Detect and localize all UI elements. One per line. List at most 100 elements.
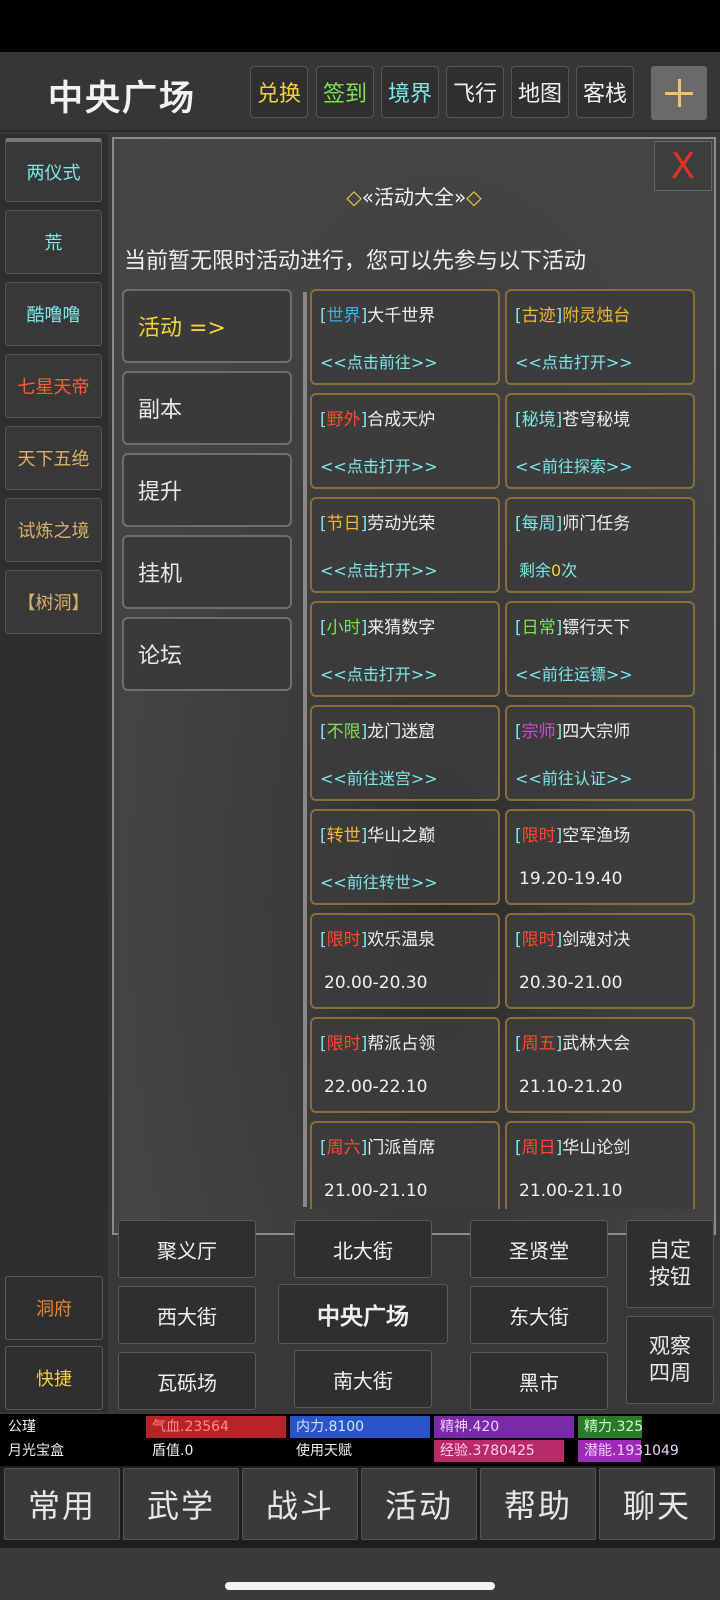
nav-juyiting[interactable]: 聚义厅 <box>118 1220 256 1278</box>
activity-card-title: [野外]合成天炉 <box>320 410 436 430</box>
observe-button[interactable]: 观察 四周 <box>626 1316 714 1404</box>
activity-time: 22.00-22.10 <box>324 1077 428 1097</box>
tab-battle[interactable]: 战斗 <box>242 1468 358 1540</box>
category-upgrade[interactable]: 提升 <box>122 453 292 527</box>
location-nav: 聚义厅 北大街 圣贤堂 西大街 中央广场 东大街 瓦砾场 南大街 黑市 自定 按钮… <box>108 1212 720 1412</box>
activity-name: 镖行天下 <box>562 618 631 638</box>
nav-east-street[interactable]: 东大街 <box>470 1286 608 1344</box>
realm-button[interactable]: 境界 <box>381 66 439 118</box>
activity-card-title: [节日]劳动光荣 <box>320 514 436 534</box>
activity-card[interactable]: [限时]剑魂对决 20.30-21.00 <box>505 913 695 1009</box>
activity-card[interactable]: [世界]大千世界 <<点击前往>> <box>310 289 500 385</box>
fly-button[interactable]: 飞行 <box>446 66 504 118</box>
diamond-left-icon: ◇ <box>346 185 362 209</box>
activity-tag: 日常 <box>521 618 556 638</box>
activity-tag: 周五 <box>521 1034 556 1054</box>
activity-name: 剑魂对决 <box>562 930 631 950</box>
activity-card[interactable]: [限时]空军渔场 19.20-19.40 <box>505 809 695 905</box>
cave-button[interactable]: 洞府 <box>5 1276 103 1340</box>
activity-card[interactable]: [日常]镖行天下 <<前往运镖>> <box>505 601 695 697</box>
activity-time: 19.20-19.40 <box>519 869 623 889</box>
exchange-button[interactable]: 兑换 <box>250 66 308 118</box>
sidebar-item-2[interactable]: 酷噜噜 <box>5 282 102 346</box>
tab-activity[interactable]: 活动 <box>361 1468 477 1540</box>
tab-label: 武学 <box>146 1487 215 1525</box>
fly-label: 飞行 <box>452 82 497 107</box>
nav-central-square[interactable]: 中央广场 <box>278 1284 448 1344</box>
nav-west-street[interactable]: 西大街 <box>118 1286 256 1344</box>
nav-black-market[interactable]: 黑市 <box>470 1352 608 1410</box>
scroll-divider[interactable] <box>303 292 307 1207</box>
sidebar-item-label: 天下五绝 <box>17 449 90 470</box>
activity-panel: X ◇«活动大全»◇ 当前暂无限时活动进行，您可以先参与以下活动 活动 => 副… <box>112 137 716 1235</box>
activity-tag: 小时 <box>326 618 361 638</box>
category-label: 活动 => <box>138 316 226 341</box>
activity-card[interactable]: [每周]师门任务 剩余0次 <box>505 497 695 593</box>
category-label: 提升 <box>138 480 183 505</box>
tab-label: 战斗 <box>265 1487 334 1525</box>
tab-common[interactable]: 常用 <box>4 1468 120 1540</box>
activity-card-title: [限时]剑魂对决 <box>515 930 631 950</box>
activity-time: 20.00-20.30 <box>324 973 428 993</box>
custom-button[interactable]: 自定 按钮 <box>626 1220 714 1308</box>
tab-label: 帮助 <box>503 1487 572 1525</box>
activity-name: 劳动光荣 <box>367 514 436 534</box>
nav-label: 黑市 <box>519 1370 559 1395</box>
tab-martial[interactable]: 武学 <box>123 1468 239 1540</box>
nav-south-street[interactable]: 南大街 <box>294 1350 432 1408</box>
tab-chat[interactable]: 聊天 <box>599 1468 715 1540</box>
category-idle[interactable]: 挂机 <box>122 535 292 609</box>
nav-rubble-field[interactable]: 瓦砾场 <box>118 1352 256 1410</box>
activity-tag: 古迹 <box>521 306 556 326</box>
activity-action-link: <<点击打开>> <box>515 353 633 372</box>
activity-card[interactable]: [限时]欢乐温泉 20.00-20.30 <box>310 913 500 1009</box>
shortcut-button[interactable]: 快捷 <box>5 1346 103 1410</box>
activity-card-title: [日常]镖行天下 <box>515 618 631 638</box>
sidebar-item-4[interactable]: 天下五绝 <box>5 426 102 490</box>
activity-card[interactable]: [小时]来猜数字 <<点击打开>> <box>310 601 500 697</box>
player-stats: 公瑾 气血.23564 内力.8100 精神.420 精力.325 月光宝盒 盾… <box>0 1414 720 1466</box>
activity-card[interactable]: [周五]武林大会 21.10-21.20 <box>505 1017 695 1113</box>
sidebar-item-label: 两仪式 <box>26 162 81 184</box>
activity-card[interactable]: [不限]龙门迷窟 <<前往迷宫>> <box>310 705 500 801</box>
sidebar-item-1[interactable]: 荒 <box>5 210 102 274</box>
activity-card[interactable]: [宗师]四大宗师 <<前往认证>> <box>505 705 695 801</box>
sidebar-item-0[interactable]: 两仪式 <box>5 138 102 202</box>
tab-help[interactable]: 帮助 <box>480 1468 596 1540</box>
activity-card[interactable]: [节日]劳动光荣 <<点击打开>> <box>310 497 500 593</box>
sidebar-item-6[interactable]: 【树洞】 <box>5 570 102 634</box>
checkin-button[interactable]: 签到 <box>316 66 374 118</box>
activity-card[interactable]: [周日]华山论剑 21.00-21.10 <box>505 1121 695 1209</box>
activity-card[interactable]: [转世]华山之巅 <<前往转世>> <box>310 809 500 905</box>
activity-action-link: <<点击打开>> <box>320 561 438 580</box>
activity-name: 帮派占领 <box>367 1034 436 1054</box>
activity-card[interactable]: [周六]门派首席 21.00-21.10 <box>310 1121 500 1209</box>
category-activity[interactable]: 活动 => <box>122 289 292 363</box>
activity-name: 欢乐温泉 <box>367 930 436 950</box>
activity-action-link: <<点击打开>> <box>320 665 438 684</box>
sidebar-item-3[interactable]: 七星天帝 <box>5 354 102 418</box>
nav-shengxiantang[interactable]: 圣贤堂 <box>470 1220 608 1278</box>
exp-text: 经验.3780425 <box>440 1443 535 1459</box>
home-indicator[interactable] <box>225 1582 495 1590</box>
inn-button[interactable]: 客栈 <box>576 66 634 118</box>
activity-name: 门派首席 <box>367 1138 436 1158</box>
category-dungeon[interactable]: 副本 <box>122 371 292 445</box>
sidebar-item-5[interactable]: 试炼之境 <box>5 498 102 562</box>
nav-label: 东大街 <box>509 1304 569 1329</box>
activity-card[interactable]: [限时]帮派占领 22.00-22.10 <box>310 1017 500 1113</box>
map-button[interactable]: 地图 <box>511 66 569 118</box>
activity-card[interactable]: [古迹]附灵烛台 <<点击打开>> <box>505 289 695 385</box>
activity-card[interactable]: [野外]合成天炉 <<点击打开>> <box>310 393 500 489</box>
plus-icon[interactable] <box>651 66 707 120</box>
activity-name: 空军渔场 <box>562 826 631 846</box>
activity-card-title: [周五]武林大会 <box>515 1034 631 1054</box>
activity-name: 来猜数字 <box>367 618 436 638</box>
category-forum[interactable]: 论坛 <box>122 617 292 691</box>
talent-button[interactable]: 使用天赋 <box>292 1440 352 1462</box>
activity-card-title: [宗师]四大宗师 <box>515 722 631 742</box>
activity-tag: 节日 <box>326 514 361 534</box>
nav-north-street[interactable]: 北大街 <box>294 1220 432 1278</box>
activity-card[interactable]: [秘境]苍穹秘境 <<前往探索>> <box>505 393 695 489</box>
player-name: 公瑾 <box>8 1419 36 1435</box>
